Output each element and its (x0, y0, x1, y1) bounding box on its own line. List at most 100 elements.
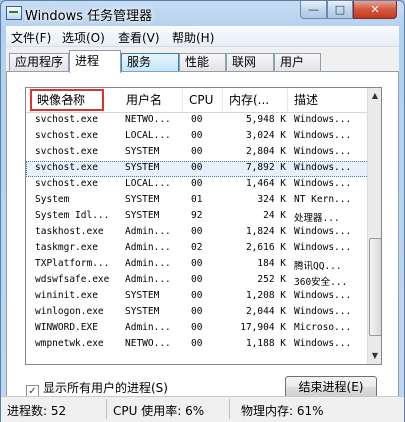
cell-desc: Windows... (294, 226, 352, 237)
table-row[interactable]: TXPlatform... Admin... 00 184 K 腾讯QQ... (26, 257, 369, 273)
table-row[interactable]: wmpnetwk.exe NETWO... 00 1,188 K Windows... (26, 337, 369, 353)
cell-cpu: 00 (191, 306, 203, 317)
column-header-image-name-label: 映像名称 (37, 93, 86, 107)
cell-mem: 2,044 K (245, 306, 286, 317)
cell-mem: 324 K (257, 194, 286, 205)
menu-bar: 文件(F) 选项(O) 查看(V) 帮助(H) (6, 26, 399, 47)
cell-mem: 252 K (257, 274, 286, 285)
close-icon: ✕ (370, 3, 380, 16)
cell-name: TXPlatform... (35, 258, 110, 269)
column-header-user[interactable]: 用户名 (121, 88, 183, 112)
cell-cpu: 00 (191, 114, 203, 125)
cell-desc: 360安全... (294, 277, 348, 288)
menu-help[interactable]: 帮助(H) (172, 29, 214, 46)
table-row[interactable]: System Idl... SYSTEM 92 24 K 处理器... (26, 209, 369, 225)
column-header-description[interactable]: 描述 (289, 88, 367, 112)
cell-mem: 7,892 K (245, 162, 286, 173)
task-manager-icon (6, 6, 22, 20)
cell-user: SYSTEM (125, 194, 160, 205)
maximize-button[interactable]: □ (327, 1, 353, 19)
cell-name: wmpnetwk.exe (35, 338, 104, 349)
table-row[interactable]: svchost.exe NETWO... 00 5,948 K Windows... (26, 113, 369, 129)
menu-options[interactable]: 选项(O) (62, 29, 105, 46)
cell-name: wininit.exe (35, 290, 98, 301)
tab-performance[interactable]: 性能 (179, 53, 226, 72)
cell-user: Admin... (125, 274, 171, 285)
table-row[interactable]: svchost.exe SYSTEM 00 7,892 K Windows... (26, 161, 369, 177)
cell-user: SYSTEM (125, 210, 160, 221)
table-row[interactable]: WINWORD.EXE Admin... 00 17,904 K Microso... (26, 321, 369, 337)
cell-name: winlogon.exe (35, 306, 104, 317)
cell-user: LOCAL... (125, 178, 171, 189)
tab-users[interactable]: 用户 (274, 53, 321, 72)
title-bar[interactable]: Windows 任务管理器 — □ ✕ (1, 1, 404, 25)
cell-name: System (35, 194, 70, 205)
table-row[interactable]: svchost.exe SYSTEM 00 2,804 K Windows... (26, 145, 369, 161)
status-cpu-usage: CPU 使用率: 6% (113, 404, 205, 418)
cell-mem: 2,804 K (245, 146, 286, 157)
cell-name: svchost.exe (35, 162, 98, 173)
client-area: 文件(F) 选项(O) 查看(V) 帮助(H) 应用程序 进程 服务 性能 联网… (6, 26, 399, 421)
minimize-button[interactable]: — (300, 1, 327, 19)
cell-name: taskmgr.exe (35, 242, 98, 253)
scroll-up-icon[interactable]: ▲ (368, 88, 381, 104)
cell-name: svchost.exe (35, 130, 98, 141)
column-header-image-name[interactable]: ▲ 映像名称 (30, 89, 104, 111)
cell-desc: Windows... (294, 338, 352, 349)
cell-cpu: 00 (191, 226, 203, 237)
cell-cpu: 00 (191, 178, 203, 189)
table-row[interactable]: taskmgr.exe Admin... 02 2,616 K Windows... (26, 241, 369, 257)
close-button[interactable]: ✕ (353, 1, 397, 19)
cell-mem: 1,824 K (245, 226, 286, 237)
table-row[interactable]: svchost.exe LOCAL... 00 1,464 K Windows... (26, 177, 369, 193)
tab-networking[interactable]: 联网 (226, 53, 274, 72)
cell-user: Admin... (125, 322, 171, 333)
cell-cpu: 00 (191, 130, 203, 141)
sort-ascending-icon: ▲ (68, 94, 74, 102)
status-process-count: 进程数: 52 (7, 404, 67, 418)
table-row[interactable]: taskhost.exe Admin... 00 1,824 K Windows... (26, 225, 369, 241)
cell-name: WINWORD.EXE (35, 322, 98, 333)
scrollbar-thumb[interactable] (369, 238, 381, 336)
column-header-memory[interactable]: 内存(... (224, 88, 288, 112)
tab-processes[interactable]: 进程 (69, 50, 121, 73)
tab-services[interactable]: 服务 (121, 53, 179, 72)
process-list[interactable]: ▲ 映像名称 用户名 CPU 内存(... 描述 svchost.exe NETW… (25, 87, 382, 365)
task-manager-window: Windows 任务管理器 — □ ✕ 文件(F) 选项(O) 查看(V) 帮助… (0, 0, 405, 422)
cell-mem: 3,024 K (245, 130, 286, 141)
cell-name: wdswfsafe.exe (35, 274, 110, 285)
cell-name: System Idl... (35, 210, 110, 221)
table-row[interactable]: winlogon.exe SYSTEM 00 2,044 K Windows... (26, 305, 369, 321)
cell-user: NETWO... (125, 338, 171, 349)
cell-desc: Windows... (294, 290, 352, 301)
vertical-scrollbar[interactable]: ▲ ▼ (367, 88, 381, 364)
cell-cpu: 02 (191, 242, 203, 253)
status-divider (106, 399, 107, 419)
cell-mem: 1,208 K (245, 290, 286, 301)
list-header: ▲ 映像名称 用户名 CPU 内存(... 描述 (26, 88, 369, 113)
cell-name: svchost.exe (35, 114, 98, 125)
menu-file[interactable]: 文件(F) (11, 29, 51, 46)
cell-cpu: 00 (191, 322, 203, 333)
cell-user: SYSTEM (125, 146, 160, 157)
scroll-down-icon[interactable]: ▼ (368, 348, 381, 364)
table-row[interactable]: svchost.exe LOCAL... 00 3,024 K Windows... (26, 129, 369, 145)
cell-user: SYSTEM (125, 162, 160, 173)
menu-view[interactable]: 查看(V) (118, 29, 160, 46)
window-title: Windows 任务管理器 (25, 9, 153, 24)
cell-mem: 1,188 K (245, 338, 286, 349)
cell-mem: 184 K (257, 258, 286, 269)
table-row[interactable]: wdswfsafe.exe Admin... 00 252 K 360安全... (26, 273, 369, 289)
process-rows: svchost.exe NETWO... 00 5,948 K Windows... sv… (26, 113, 369, 353)
tab-applications[interactable]: 应用程序 (9, 53, 69, 72)
cell-name: svchost.exe (35, 178, 98, 189)
table-row[interactable]: wininit.exe SYSTEM 00 1,208 K Windows... (26, 289, 369, 305)
cell-desc: Windows... (294, 114, 352, 125)
processes-panel: ▲ 映像名称 用户名 CPU 内存(... 描述 svchost.exe NETW… (6, 71, 399, 404)
cell-mem: 24 K (263, 210, 286, 221)
cell-cpu: 92 (191, 210, 203, 221)
end-process-button[interactable]: 结束进程(E) (285, 376, 377, 398)
tab-strip: 应用程序 进程 服务 性能 联网 用户 (6, 50, 399, 73)
table-row[interactable]: System SYSTEM 01 324 K NT Kern... (26, 193, 369, 209)
column-header-cpu[interactable]: CPU (184, 88, 223, 112)
